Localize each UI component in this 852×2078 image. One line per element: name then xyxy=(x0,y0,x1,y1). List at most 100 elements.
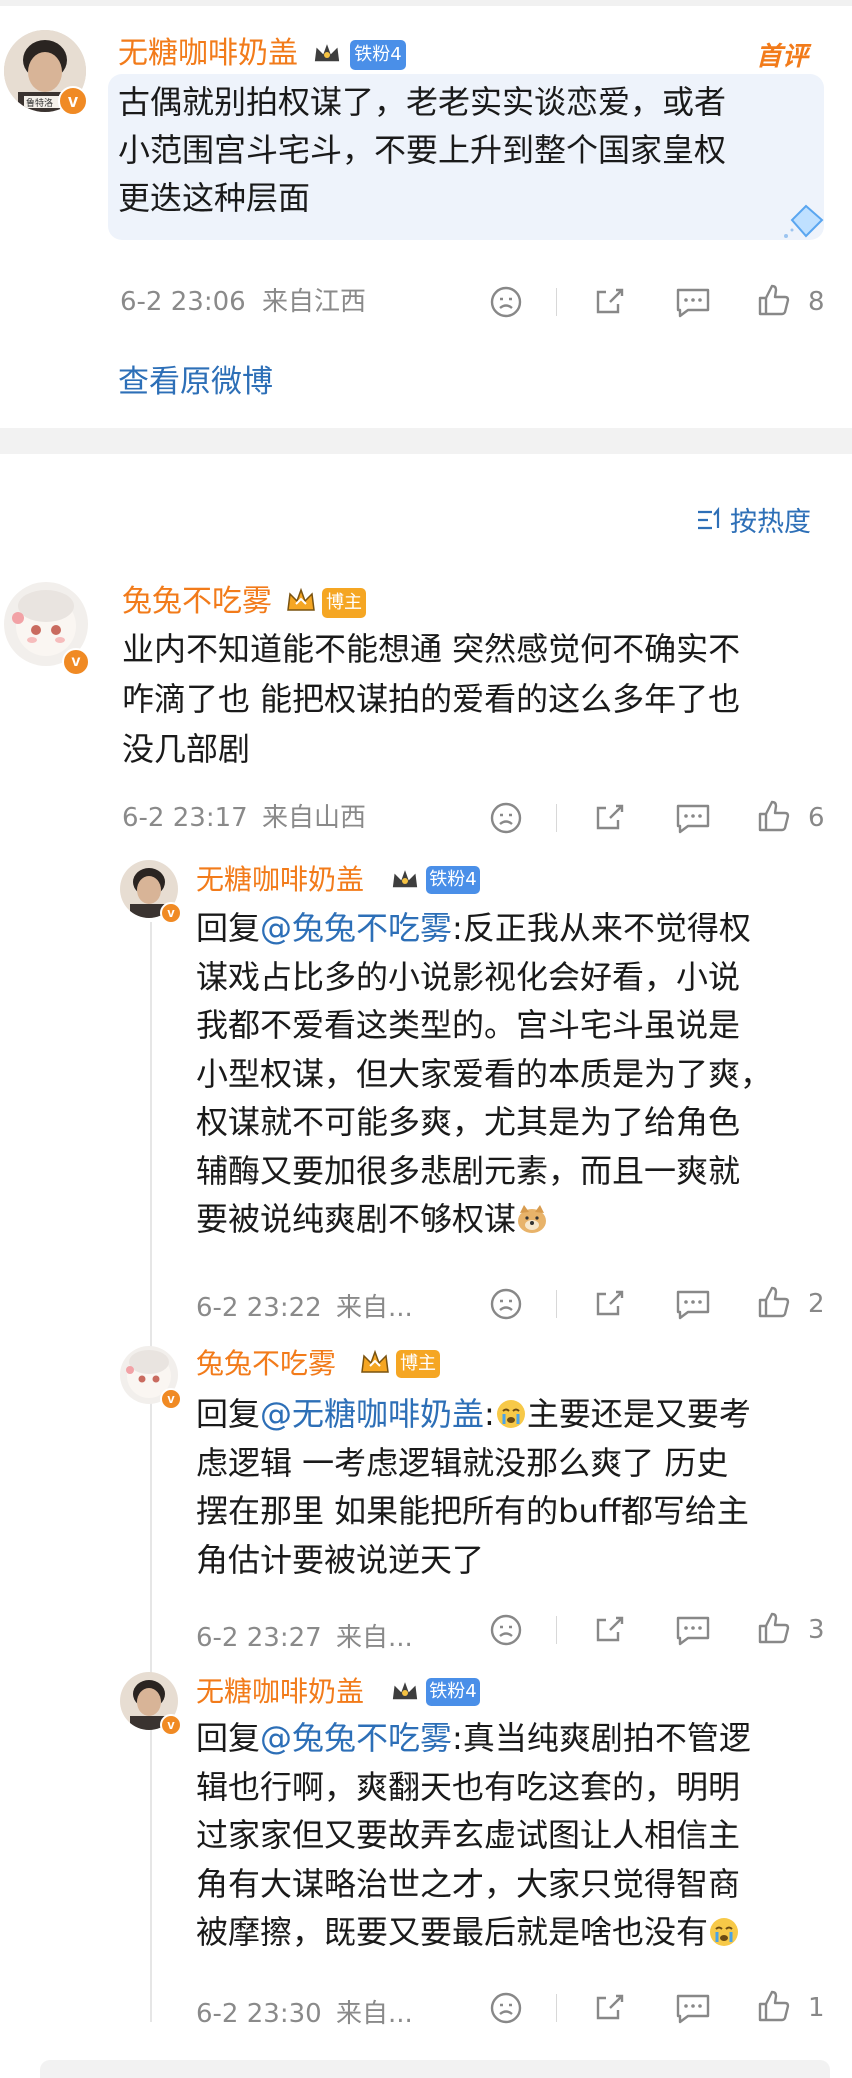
view-original-link[interactable]: 查看原微博 xyxy=(118,356,273,401)
like-count: 2 xyxy=(808,1289,825,1319)
dislike-icon[interactable] xyxy=(488,1612,524,1648)
comment-icon[interactable] xyxy=(674,284,712,320)
fan-badge: 铁粉4 xyxy=(313,39,408,70)
top-divider xyxy=(0,0,852,6)
comment-location: 来自山西 xyxy=(262,803,367,833)
verified-badge-icon: v xyxy=(58,86,88,116)
share-icon[interactable] xyxy=(592,800,628,836)
fan-badge-label: 铁粉4 xyxy=(350,40,406,70)
dislike-icon[interactable] xyxy=(488,800,524,836)
text-line: 更迭这种层面 xyxy=(118,179,311,217)
mention-link[interactable]: @兔兔不吃雾 xyxy=(260,909,452,947)
share-icon[interactable] xyxy=(592,1612,628,1648)
sort-label: 按热度 xyxy=(730,507,811,538)
role-badge: 博主 xyxy=(287,587,372,618)
comment-location: 来自江西 xyxy=(262,287,367,317)
like-icon[interactable] xyxy=(756,1284,792,1320)
reply-time: 6-2 23:27 xyxy=(196,1623,322,1653)
action-separator xyxy=(556,1290,557,1318)
like-icon[interactable] xyxy=(756,798,792,834)
comment-icon[interactable] xyxy=(674,1990,712,2026)
like-count: 8 xyxy=(808,287,825,317)
sort-icon xyxy=(698,506,720,530)
reply-text: 回复@兔兔不吃雾:真当纯爽剧拍不管逻 辑也行啊，爽翻天也有吃这套的，明明 过家家… xyxy=(196,1714,836,1957)
text-line: 咋滴了也 能把权谋拍的爱看的这么多年了也 xyxy=(122,680,741,718)
text-line: 摆在那里 如果能把所有的buff都写给主 xyxy=(196,1492,749,1530)
dislike-icon[interactable] xyxy=(488,1990,524,2026)
text-line: 小型权谋，但大家爱看的本质是为了爽， xyxy=(196,1054,773,1093)
comment-icon[interactable] xyxy=(674,1286,712,1322)
share-icon[interactable] xyxy=(592,1286,628,1322)
reply-text: 回复@兔兔不吃雾:反正我从来不觉得权 谋戏占比多的小说影视化会好看，小说 我都不… xyxy=(196,904,836,1244)
role-badge-label: 博主 xyxy=(322,588,366,618)
comment-icon[interactable] xyxy=(674,800,712,836)
reply-time: 6-2 23:22 xyxy=(196,1293,322,1323)
reply-prefix: 回复 xyxy=(196,1395,261,1433)
dislike-icon[interactable] xyxy=(488,284,524,320)
text-segment: 要被说纯爽剧不够权谋 xyxy=(196,1200,517,1238)
like-icon[interactable] xyxy=(756,282,792,318)
diamond-decoration-icon xyxy=(784,204,824,238)
like-count: 3 xyxy=(808,1615,825,1645)
share-icon[interactable] xyxy=(592,284,628,320)
fan-badge-label: 铁粉4 xyxy=(426,866,480,894)
comment-time: 6-2 23:06 xyxy=(120,287,246,317)
fan-badge: 铁粉4 xyxy=(391,1677,486,1706)
reply-username[interactable]: 兔兔不吃雾 xyxy=(196,1344,336,1384)
role-badge: 博主 xyxy=(361,1349,446,1378)
reply-prefix: 回复 xyxy=(196,1719,261,1757)
text-segment: 主要还是又要考 xyxy=(526,1395,751,1433)
text-line: 辅酶又要加很多悲剧元素，而且一爽就 xyxy=(196,1151,741,1190)
crown-icon xyxy=(391,1677,419,1701)
like-count: 1 xyxy=(808,1993,825,2023)
text-line: 我都不爱看这类型的。宫斗宅斗虽说是 xyxy=(196,1006,741,1044)
text-segment: :反正我从来不觉得权 xyxy=(452,909,751,947)
comment-icon[interactable] xyxy=(674,1612,712,1648)
crown-icon xyxy=(391,865,419,889)
username[interactable]: 兔兔不吃雾 xyxy=(122,582,272,622)
action-separator xyxy=(556,1616,557,1644)
verified-badge-icon: v xyxy=(160,1714,182,1736)
comment-text: 业内不知道能不能想通 突然感觉何不确实不 咋滴了也 能把权谋拍的爱看的这么多年了… xyxy=(122,624,842,774)
reply-time: 6-2 23:30 xyxy=(196,1999,322,2029)
reply-username[interactable]: 无糖咖啡奶盖 xyxy=(196,860,364,900)
crown-icon xyxy=(287,587,315,611)
like-icon[interactable] xyxy=(756,1610,792,1646)
verified-badge-icon: v xyxy=(62,648,90,676)
mention-link[interactable]: @兔兔不吃雾 xyxy=(260,1719,452,1757)
text-line: 权谋就不可能多爽，尤其是为了给角色 xyxy=(196,1103,741,1141)
text-line: 古偶就别拍权谋了，老老实实谈恋爱，或者 xyxy=(118,83,727,121)
like-count: 6 xyxy=(808,803,825,833)
thread-line xyxy=(150,922,152,2022)
action-separator xyxy=(556,288,557,316)
text-line: 小范围宫斗宅斗，不要上升到整个国家皇权 xyxy=(118,131,727,169)
like-icon[interactable] xyxy=(756,1988,792,2024)
crying-emoji-icon xyxy=(496,1400,525,1428)
action-separator xyxy=(556,1994,557,2022)
dislike-icon[interactable] xyxy=(488,1286,524,1322)
sort-toggle[interactable]: 按热度 xyxy=(696,500,826,538)
reply-username[interactable]: 无糖咖啡奶盖 xyxy=(196,1672,364,1712)
role-badge-label: 博主 xyxy=(396,1350,440,1378)
text-line: 没几部剧 xyxy=(122,730,251,768)
share-icon[interactable] xyxy=(592,1990,628,2026)
text-line: 角估计要被说逆天了 xyxy=(196,1540,485,1579)
comment-time: 6-2 23:17 xyxy=(122,803,248,833)
first-comment-tag: 首评 xyxy=(756,42,809,72)
verified-badge-icon: v xyxy=(160,902,182,924)
text-line: 要被说纯爽剧不够权谋 xyxy=(196,1195,836,1244)
text-line: 业内不知道能不能想通 突然感觉何不确实不 xyxy=(122,630,741,668)
text-line: 辑也行啊，爽翻天也有吃这套的，明明 xyxy=(196,1767,741,1806)
reply-location: 来自... xyxy=(336,1999,413,2029)
username[interactable]: 无糖咖啡奶盖 xyxy=(118,34,298,74)
text-line: 角有大谋略治世之才，大家只觉得智商 xyxy=(196,1864,741,1903)
crying-emoji-icon xyxy=(710,1918,739,1946)
reply-location: 来自... xyxy=(336,1293,413,1323)
crown-icon xyxy=(313,39,341,63)
comment-text: 古偶就别拍权谋了，老老实实谈恋爱，或者 小范围宫斗宅斗，不要上升到整个国家皇权 … xyxy=(118,78,838,222)
text-segment: 被摩擦，既要又要最后就是啥也没有 xyxy=(196,1913,709,1951)
action-separator xyxy=(556,804,557,832)
crown-icon xyxy=(361,1349,389,1373)
mention-link[interactable]: @无糖咖啡奶盖 xyxy=(260,1395,484,1433)
fan-badge-label: 铁粉4 xyxy=(426,1678,480,1706)
